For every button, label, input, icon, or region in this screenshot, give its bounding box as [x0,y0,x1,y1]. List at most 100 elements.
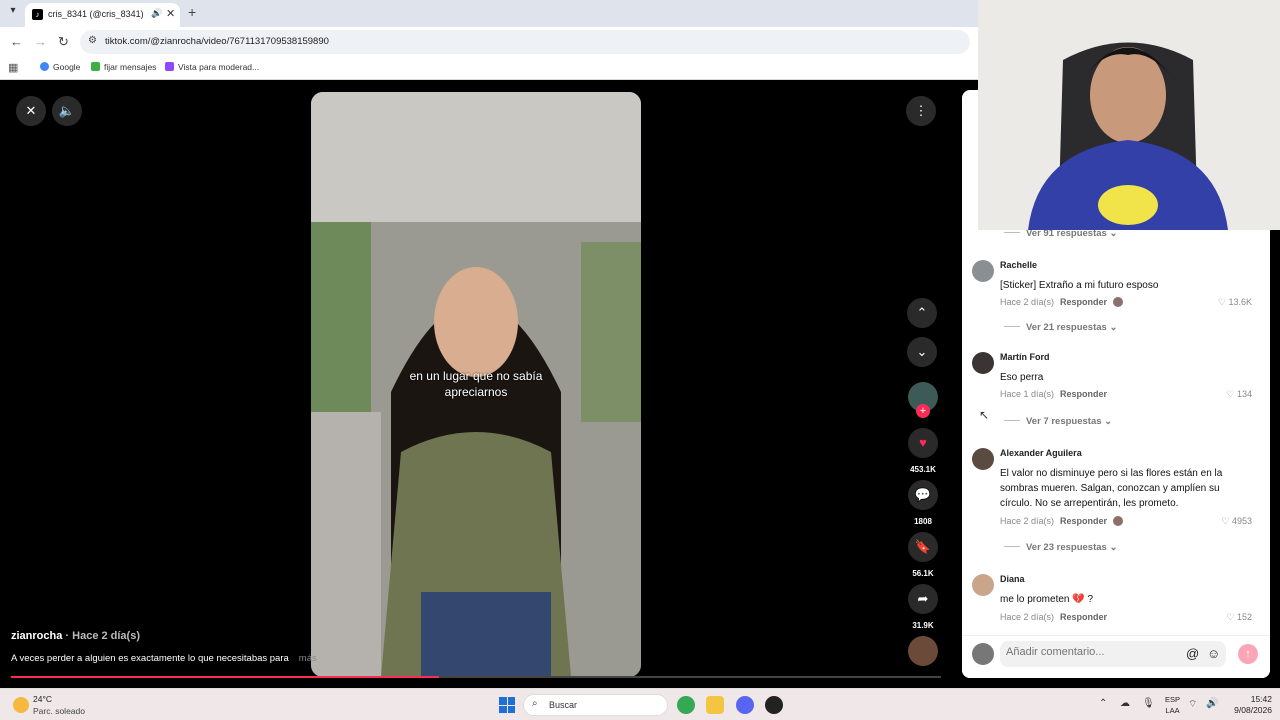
bookmark-fijar-mensajes[interactable]: fijar mensajes [91,62,156,72]
video-player[interactable]: en un lugar que no sabía apreciarnos [311,92,641,677]
comment-author[interactable]: Alexander Aguilera [1000,448,1082,458]
like-button[interactable]: ♥ 453.1K [905,428,941,474]
microphone-icon[interactable]: 🎙 [1142,698,1155,709]
chrome-icon[interactable] [677,696,695,714]
forward-button[interactable]: → [34,34,47,49]
tab-close-icon[interactable]: ✕ [166,7,175,20]
apps-grid-icon[interactable]: ▦ [8,61,18,74]
progress-fill [11,676,439,678]
more-link[interactable]: más [299,653,317,664]
author-avatar-button[interactable]: + [905,382,941,418]
bookmark-icon: 🔖 [908,532,938,562]
wifi-icon[interactable]: ⌔ [1188,698,1197,711]
windows-taskbar: 24°C Parc. soleado ⌕ Buscar ⌃ ☁ 🎙 ESP LAA… [0,688,1280,720]
language-code: ESP [1165,695,1181,704]
taskbar-clock[interactable]: 15:42 9/08/2026 [1228,694,1272,716]
reply-button[interactable]: Responder [1060,297,1107,307]
save-button[interactable]: 🔖 56.1K [905,532,941,578]
avatar[interactable] [972,260,994,282]
clock-time: 15:42 [1250,694,1272,704]
bookmark-vista-moderador[interactable]: Vista para moderad... [165,62,259,72]
tiktok-favicon-icon: ♪ [32,9,43,20]
taskbar-search[interactable]: ⌕ Buscar [523,694,668,716]
more-options-icon[interactable]: ⋮ [906,96,936,126]
weather-description[interactable]: Parc. soleado [33,706,85,716]
next-video-button[interactable]: ⌄ [907,337,937,367]
tab-search-icon[interactable]: ▾ [6,5,20,19]
video-description: A veces perder a alguien es exactamente … [11,653,317,664]
site-info-icon[interactable]: ⚙ [88,35,97,46]
tray-chevron-icon[interactable]: ⌃ [1099,698,1107,709]
avatar[interactable] [972,448,994,470]
back-button[interactable]: ← [10,34,23,49]
discord-icon[interactable] [736,696,754,714]
share-count: 31.9K [912,621,934,630]
volume-icon[interactable]: 🔈 [52,96,82,126]
save-count: 56.1K [912,569,934,578]
replies-label: Ver 7 respuestas [1026,416,1102,427]
windows-start-icon[interactable] [499,697,515,713]
comment-composer: @ ☺ ↑ [962,635,1270,678]
share-button[interactable]: ➦ 31.9K [905,584,941,630]
view-replies-button[interactable]: Ver 7 respuestas ⌄ [1004,416,1112,427]
address-bar[interactable]: ⚙ tiktok.com/@zianrocha/video/7671131709… [80,30,970,54]
file-explorer-icon[interactable] [706,696,724,714]
browser-toolbar: ← → ↻ ⚙ tiktok.com/@zianrocha/video/7671… [0,27,978,56]
volume-tray-icon[interactable]: 🔊 [1206,698,1218,709]
obs-icon[interactable] [765,696,783,714]
chat-icon [91,62,100,71]
comment-time: Hace 2 día(s) [1000,612,1055,622]
music-disc-button[interactable] [905,636,941,666]
avatar [972,643,994,665]
avatar[interactable] [972,352,994,374]
comment-author[interactable]: Diana [1000,574,1025,584]
reload-button[interactable]: ↻ [58,34,69,50]
reply-button[interactable]: Responder [1060,516,1107,526]
language-indicator[interactable]: ESP LAA [1165,694,1180,716]
tab-audio-icon[interactable]: 🔊 [151,8,162,19]
music-disc-icon [908,636,938,666]
view-replies-button[interactable]: Ver 23 respuestas ⌄ [1004,542,1117,553]
weather-temperature[interactable]: 24°C [33,694,52,704]
comment-author[interactable]: Martín Ford [1000,352,1050,362]
send-button[interactable]: ↑ [1238,644,1258,664]
comment-like-button[interactable]: ♡ 134 [1226,389,1252,400]
mention-icon[interactable]: @ [1186,646,1199,661]
search-label: Buscar [549,700,578,710]
video-caption-overlay: en un lugar que no sabía apreciarnos [311,368,641,400]
weather-icon[interactable] [13,697,29,713]
reply-button[interactable]: Responder [1060,612,1107,622]
reply-button[interactable]: Responder [1060,389,1107,399]
bookmark-google[interactable]: Google [40,62,80,72]
previous-video-button[interactable]: ⌃ [907,298,937,328]
comment-input[interactable] [1006,646,1176,658]
comment-button[interactable]: 💬 1808 [905,480,941,526]
post-time: · Hace 2 día(s) [62,630,140,642]
close-icon[interactable]: ✕ [16,96,46,126]
video-author[interactable]: zianrocha · Hace 2 día(s) [11,630,140,642]
comment-text: me lo prometen 💔 ? [1000,594,1094,605]
video-progress-bar[interactable] [11,676,941,678]
tab-bar: ▾ ♪ cris_8341 (@cris_8341) | TikTok 🔊 ✕ … [0,0,978,27]
comment-meta: Hace 2 día(s) Responder [1000,297,1124,307]
view-replies-button[interactable]: Ver 21 respuestas ⌄ [1004,322,1117,333]
new-tab-button[interactable]: + [188,4,196,20]
video-viewer: ✕ 🔈 ⋮ en un lugar que no sabía apreciarn… [0,80,962,688]
comment-like-button[interactable]: ♡ 13.6K [1218,297,1252,308]
follow-plus-icon[interactable]: + [916,404,930,418]
heart-icon: ♥ [908,428,938,458]
comment-like-count: 134 [1236,389,1252,399]
webcam-overlay [978,0,1280,230]
network-tray-icon[interactable]: ☁ [1120,698,1130,709]
url-text[interactable]: tiktok.com/@zianrocha/video/767113170953… [105,36,329,47]
comment-author[interactable]: Rachelle [1000,260,1037,270]
avatar[interactable] [972,574,994,596]
emoji-icon[interactable]: ☺ [1207,646,1220,661]
comment-input-box[interactable]: @ ☺ [1000,641,1226,667]
author-name[interactable]: zianrocha [11,630,62,642]
active-tab[interactable]: ♪ cris_8341 (@cris_8341) | TikTok 🔊 ✕ [25,3,180,27]
webcam-feed [978,0,1280,230]
comment-like-button[interactable]: ♡ 4953 [1221,516,1252,527]
comment-like-button[interactable]: ♡ 152 [1226,612,1252,623]
comment-meta: Hace 2 día(s) Responder [1000,516,1124,526]
